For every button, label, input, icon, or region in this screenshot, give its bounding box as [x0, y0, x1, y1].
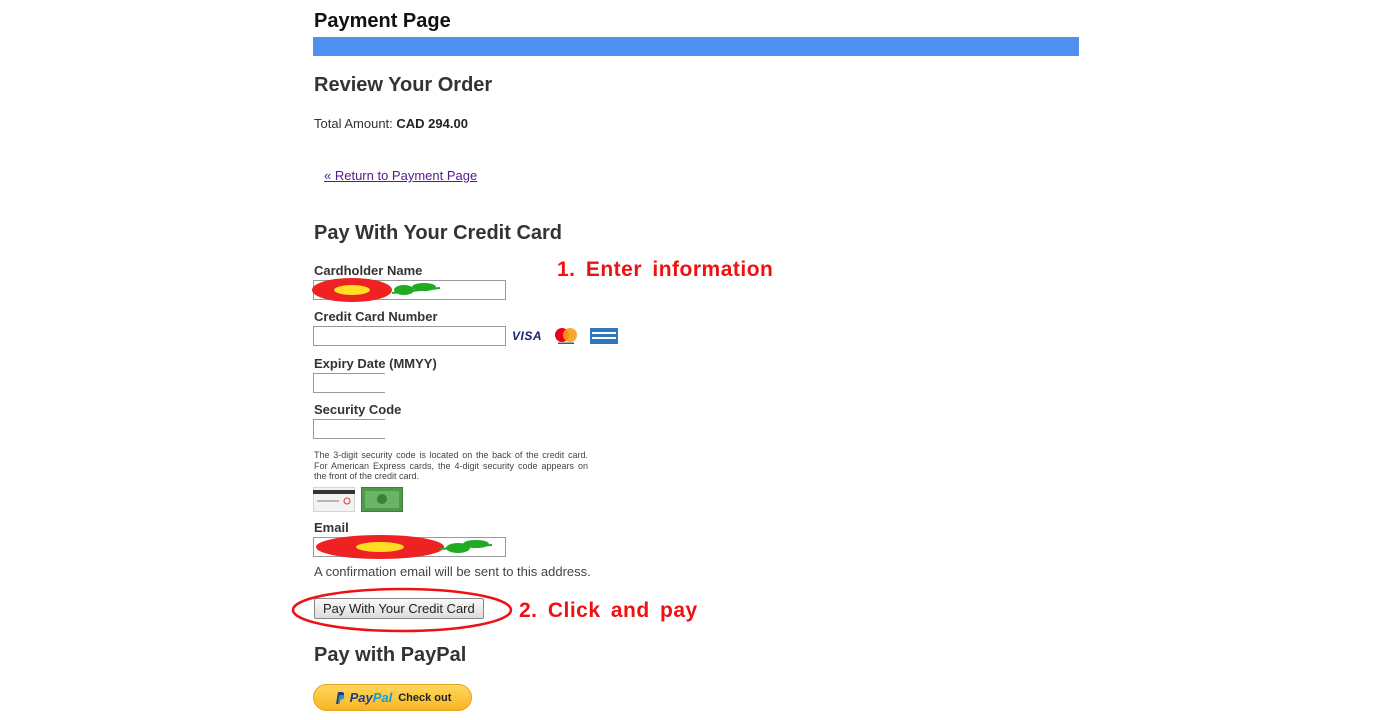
security-code-front-icon: [361, 487, 403, 512]
annotation-step1: 1. Enter information: [557, 258, 774, 281]
annotation-overlay: [291, 278, 513, 633]
paypal-checkout-label: Check out: [398, 691, 452, 704]
security-code-back-icon: [313, 487, 355, 512]
paypal-heading: Pay with PayPal: [314, 644, 467, 666]
card-number-label: Credit Card Number: [314, 309, 438, 324]
security-code-help-text: The 3-digit security code is located on …: [314, 450, 588, 481]
amex-logo-icon: [590, 328, 619, 344]
email-input[interactable]: [313, 537, 506, 557]
paypal-p-icon: [335, 691, 344, 704]
email-confirmation-note: A confirmation email will be sent to thi…: [314, 564, 591, 579]
cardholder-name-label: Cardholder Name: [314, 263, 423, 278]
card-number-input[interactable]: [313, 326, 506, 346]
card-brand-logos: VISA: [512, 327, 619, 345]
security-code-input[interactable]: [313, 419, 385, 439]
cardholder-name-input[interactable]: [313, 280, 506, 300]
total-amount-value: CAD 294.00: [396, 116, 468, 131]
security-code-label: Security Code: [314, 402, 402, 417]
review-order-heading: Review Your Order: [314, 74, 493, 96]
pay-with-credit-card-button[interactable]: Pay With Your Credit Card: [314, 598, 484, 619]
expiry-date-input[interactable]: [313, 373, 385, 393]
mastercard-logo-icon: [555, 328, 578, 344]
expiry-date-label: Expiry Date (MMYY): [314, 356, 437, 371]
paypal-logo: Pay Pal: [334, 690, 392, 705]
return-to-payment-link[interactable]: « Return to Payment Page: [324, 168, 477, 183]
paypal-checkout-button[interactable]: Pay Pal Check out: [313, 684, 472, 711]
total-amount: Total Amount: CAD 294.00: [314, 116, 468, 131]
page-title: Payment Page: [314, 10, 451, 32]
credit-card-heading: Pay With Your Credit Card: [314, 222, 563, 244]
email-label: Email: [314, 520, 349, 535]
visa-logo-icon: VISA: [512, 329, 543, 343]
annotation-step2: 2. Click and pay: [519, 599, 698, 622]
header-accent-bar: [313, 37, 1079, 56]
total-amount-label: Total Amount:: [314, 116, 393, 131]
